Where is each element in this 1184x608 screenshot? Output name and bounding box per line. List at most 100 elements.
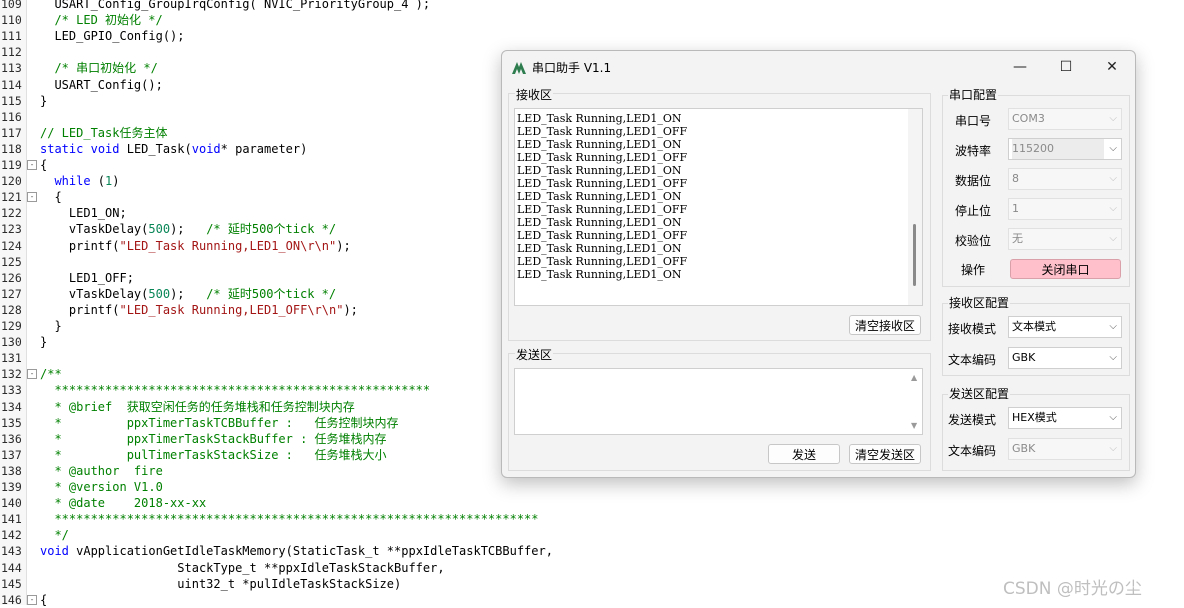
- chevron-down-icon: ⌵: [1109, 321, 1117, 332]
- code-line: 141 ************************************…: [0, 511, 1184, 527]
- baud-label: 波特率: [955, 144, 992, 158]
- code-text: * pulTimerTaskStackSize : 任务堆栈大小: [40, 447, 387, 462]
- close-port-button[interactable]: 关闭串口: [1010, 259, 1121, 279]
- send-area-label: 发送区: [515, 346, 554, 363]
- line-number: 126: [1, 270, 22, 285]
- databits-value: 8: [1012, 172, 1019, 185]
- code-text: /* 串口初始化 */: [54, 61, 158, 76]
- send-button[interactable]: 发送: [768, 444, 840, 464]
- fold-toggle-icon[interactable]: -: [27, 192, 37, 203]
- line-number: 131: [1, 351, 22, 366]
- serial-assistant-window: 串口助手 V1.1 — ☐ ✕ 接收区 LED_Task Running,LED…: [501, 50, 1136, 478]
- close-button[interactable]: ✕: [1089, 51, 1135, 83]
- code-line: 139 * @version V1.0: [0, 479, 1184, 495]
- minimize-button[interactable]: —: [997, 51, 1043, 83]
- receive-line: LED_Task Running,LED1_ON: [517, 190, 682, 203]
- maximize-button[interactable]: ☐: [1043, 51, 1089, 83]
- line-number: 143: [1, 544, 22, 559]
- receive-line: LED_Task Running,LED1_ON: [517, 242, 682, 255]
- code-text: while (1): [54, 174, 120, 189]
- fold-toggle-icon[interactable]: -: [27, 160, 37, 170]
- code-text: vTaskDelay(500); /* 延时500个tick */: [40, 286, 337, 301]
- code-text: printf("LED_Task Running,LED1_OFF\r\n");: [40, 302, 358, 317]
- receive-line: LED_Task Running,LED1_OFF: [517, 151, 688, 164]
- window-title: 串口助手 V1.1: [532, 61, 612, 75]
- scroll-down-icon[interactable]: ▼: [911, 421, 917, 430]
- code-text: {: [40, 592, 48, 607]
- send-scrollbar[interactable]: ▲ ▼: [908, 369, 922, 434]
- app-icon: [512, 62, 526, 74]
- send-encoding-label: 文本编码: [948, 444, 997, 458]
- send-mode-select[interactable]: HEX模式 ⌵: [1008, 407, 1122, 429]
- line-number: 135: [1, 415, 22, 430]
- send-encoding-value: GBK: [1012, 442, 1036, 455]
- fold-toggle-icon[interactable]: -: [27, 594, 37, 605]
- send-textarea[interactable]: ▲ ▼: [514, 368, 923, 435]
- receive-mode-value: 文本模式: [1012, 320, 1056, 333]
- receive-textarea[interactable]: LED_Task Running,LED1_ON LED_Task Running…: [514, 108, 923, 306]
- line-number: 115: [1, 93, 22, 108]
- parity-value: 无: [1012, 232, 1023, 245]
- code-text: USART_Config();: [40, 77, 163, 92]
- clear-send-button[interactable]: 清空发送区: [849, 444, 921, 464]
- line-number: 124: [1, 238, 22, 253]
- code-text: ****************************************…: [40, 383, 431, 398]
- databits-select[interactable]: 8 ⌵: [1008, 168, 1122, 190]
- line-number: 140: [1, 496, 22, 511]
- line-number: 125: [1, 254, 22, 269]
- send-encoding-select[interactable]: GBK ⌵: [1008, 438, 1122, 460]
- title-bar[interactable]: 串口助手 V1.1 — ☐ ✕: [502, 51, 1135, 83]
- send-mode-value: HEX模式: [1012, 411, 1057, 424]
- port-select[interactable]: COM3 ⌵: [1008, 108, 1122, 130]
- line-number: 144: [1, 560, 22, 575]
- scroll-up-icon[interactable]: ▲: [911, 373, 917, 382]
- watermark: CSDN @时光の尘: [1003, 579, 1142, 599]
- line-number: 128: [1, 302, 22, 317]
- code-text: void vApplicationGetIdleTaskMemory(Stati…: [40, 544, 553, 559]
- chevron-down-icon: ⌵: [1109, 443, 1117, 454]
- receive-scrollbar[interactable]: [908, 109, 922, 305]
- code-text: LED1_OFF;: [40, 270, 134, 285]
- chevron-down-icon: ⌵: [1109, 143, 1117, 154]
- clear-receive-button[interactable]: 清空接收区: [849, 315, 921, 335]
- fold-toggle-icon[interactable]: -: [27, 369, 37, 380]
- code-text: }: [40, 335, 48, 350]
- line-number: 123: [1, 222, 22, 237]
- code-line: 140 * @date 2018-xx-xx: [0, 495, 1184, 511]
- code-text: LED_GPIO_Config();: [40, 29, 185, 44]
- receive-encoding-select[interactable]: GBK ⌵: [1008, 347, 1122, 369]
- line-number: 134: [1, 399, 22, 414]
- code-text: {: [40, 158, 48, 172]
- stopbits-value: 1: [1012, 202, 1019, 215]
- line-number: 132: [1, 367, 22, 382]
- chevron-down-icon: ⌵: [1109, 173, 1117, 184]
- receive-encoding-label: 文本编码: [948, 353, 997, 367]
- code-text: static void LED_Task(void* parameter): [40, 141, 308, 156]
- receive-line: LED_Task Running,LED1_OFF: [517, 255, 688, 268]
- line-number: 111: [1, 29, 22, 44]
- code-line: 109 USART_Config_GroupIrqConfig( NVIC_Pr…: [0, 0, 1184, 12]
- code-line: 142 */: [0, 527, 1184, 543]
- line-number: 118: [1, 141, 22, 156]
- receive-line: LED_Task Running,LED1_OFF: [517, 203, 688, 216]
- baud-value[interactable]: 115200: [1012, 139, 1104, 159]
- line-number: 116: [1, 109, 22, 124]
- baud-rate-combobox[interactable]: 115200 ⌵: [1008, 138, 1122, 160]
- port-value: COM3: [1012, 112, 1045, 125]
- code-text: * @version V1.0: [40, 480, 163, 494]
- line-number: 145: [1, 576, 22, 591]
- serial-config-title: 串口配置: [948, 86, 999, 103]
- code-text: uint32_t *pulIdleTaskStackSize): [40, 576, 402, 591]
- scrollbar-thumb[interactable]: [913, 224, 916, 286]
- code-text: * @brief 获取空闲任务的任务堆栈和任务控制块内存: [40, 399, 355, 414]
- stopbits-select[interactable]: 1 ⌵: [1008, 198, 1122, 220]
- code-text: ****************************************…: [40, 512, 539, 527]
- parity-select[interactable]: 无 ⌵: [1008, 228, 1122, 250]
- chevron-down-icon: ⌵: [1109, 203, 1117, 214]
- chevron-down-icon: ⌵: [1109, 412, 1117, 423]
- line-number: 127: [1, 286, 22, 301]
- receive-line: LED_Task Running,LED1_OFF: [517, 229, 688, 242]
- receive-mode-select[interactable]: 文本模式 ⌵: [1008, 316, 1122, 338]
- line-number: 114: [1, 77, 22, 92]
- code-text: USART_Config_GroupIrqConfig( NVIC_Priori…: [40, 0, 431, 11]
